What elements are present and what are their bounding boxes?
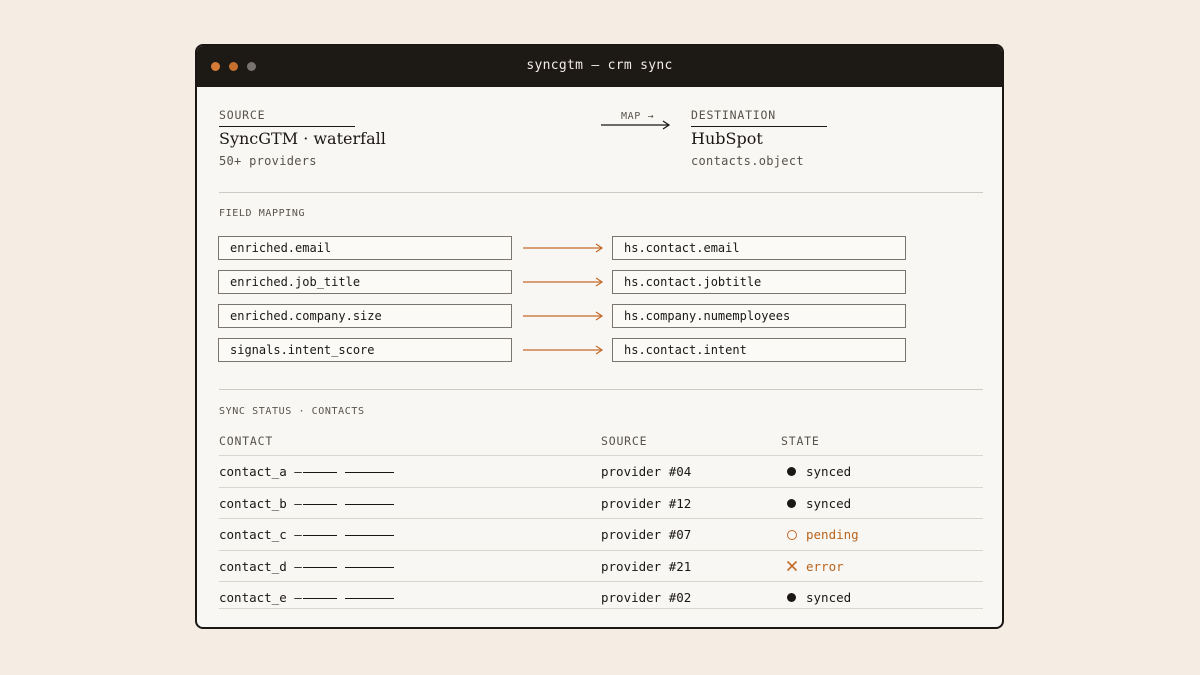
- redacted-bar: [345, 472, 394, 473]
- destination-detail: contacts.object: [691, 154, 804, 168]
- redacted-bar: [303, 535, 337, 536]
- redacted-bar: [303, 472, 337, 473]
- contact-state: synced: [806, 464, 852, 479]
- destination-field[interactable]: hs.contact.jobtitle: [612, 270, 906, 294]
- app-window: syncgtm — crm sync SOURCE SyncGTM · wate…: [195, 44, 1004, 629]
- contact-name: contact_a —: [219, 464, 302, 479]
- table-row-divider: [219, 608, 983, 609]
- destination-field[interactable]: hs.contact.email: [612, 236, 906, 260]
- contact-source: provider #02: [601, 590, 692, 605]
- destination-name: HubSpot: [691, 129, 763, 148]
- contact-state: error: [806, 559, 844, 574]
- source-underline: [219, 126, 355, 127]
- table-row-divider: [219, 487, 983, 488]
- redacted-bar: [345, 598, 394, 599]
- contact-state: pending: [806, 527, 859, 542]
- filled-dot-icon: [787, 499, 796, 508]
- filled-dot-icon: [787, 467, 796, 476]
- source-detail: 50+ providers: [219, 154, 317, 168]
- contact-name: contact_b —: [219, 496, 302, 511]
- contact-source: provider #21: [601, 559, 692, 574]
- contact-name: contact_d —: [219, 559, 302, 574]
- contact-state: synced: [806, 590, 852, 605]
- source-field[interactable]: signals.intent_score: [218, 338, 512, 362]
- table-row-divider: [219, 550, 983, 551]
- x-icon: [786, 560, 798, 572]
- table-row-divider: [219, 581, 983, 582]
- mapping-arrow-icon: [523, 345, 604, 355]
- hollow-circle-icon: [787, 530, 797, 540]
- map-arrow-icon: [601, 120, 671, 130]
- column-header-state: STATE: [781, 434, 820, 448]
- contact-state: synced: [806, 496, 852, 511]
- section-divider: [219, 389, 983, 390]
- mapping-arrow-icon: [523, 277, 604, 287]
- redacted-bar: [303, 504, 337, 505]
- window-title: syncgtm — crm sync: [526, 58, 673, 73]
- column-header-contact: CONTACT: [219, 434, 274, 448]
- destination-field[interactable]: hs.contact.intent: [612, 338, 906, 362]
- contact-source: provider #04: [601, 464, 692, 479]
- destination-underline: [691, 126, 827, 127]
- section-divider: [219, 192, 983, 193]
- contact-name: contact_c —: [219, 527, 302, 542]
- column-header-source: SOURCE: [601, 434, 648, 448]
- title-bar: syncgtm — crm sync: [197, 46, 1002, 87]
- field-mapping-heading: FIELD MAPPING: [219, 208, 306, 219]
- redacted-bar: [345, 504, 394, 505]
- contact-source: provider #07: [601, 527, 692, 542]
- contact-name: contact_e —: [219, 590, 302, 605]
- mapping-arrow-icon: [523, 311, 604, 321]
- filled-dot-icon: [787, 593, 796, 602]
- redacted-bar: [303, 598, 337, 599]
- table-rule: [219, 455, 983, 456]
- source-field[interactable]: enriched.job_title: [218, 270, 512, 294]
- source-field[interactable]: enriched.company.size: [218, 304, 512, 328]
- table-row-divider: [219, 518, 983, 519]
- source-name: SyncGTM · waterfall: [219, 129, 386, 148]
- redacted-bar: [303, 567, 337, 568]
- source-label: SOURCE: [219, 108, 266, 122]
- destination-label: DESTINATION: [691, 108, 776, 122]
- redacted-bar: [345, 567, 394, 568]
- destination-field[interactable]: hs.company.numemployees: [612, 304, 906, 328]
- mapping-arrow-icon: [523, 243, 604, 253]
- redacted-bar: [345, 535, 394, 536]
- contact-source: provider #12: [601, 496, 692, 511]
- source-field[interactable]: enriched.email: [218, 236, 512, 260]
- sync-status-heading: SYNC STATUS · CONTACTS: [219, 406, 365, 417]
